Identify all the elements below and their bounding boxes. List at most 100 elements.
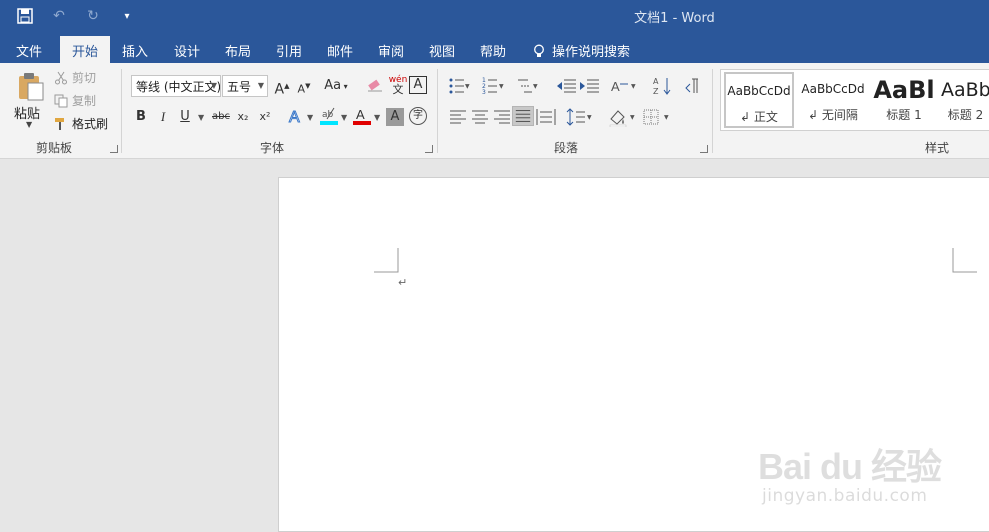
underline-button[interactable]: U: [175, 107, 195, 127]
char-border-label: A: [413, 77, 423, 92]
font-name-combo[interactable]: 等线 (中文正文) ▼: [131, 75, 221, 97]
subscript-button[interactable]: x₂: [233, 107, 253, 127]
style-heading-2[interactable]: AaBb 标题 2: [941, 72, 989, 128]
style-name-text: 无间隔: [821, 108, 858, 122]
distributed-icon[interactable]: [535, 107, 557, 127]
clear-formatting-icon[interactable]: [365, 76, 385, 96]
shrink-font-button[interactable]: A▼: [294, 76, 314, 96]
multilevel-list-icon[interactable]: ▼: [516, 76, 538, 96]
show-marks-icon[interactable]: [684, 76, 706, 96]
highlight-dropdown-icon[interactable]: ▼: [341, 113, 347, 122]
margin-corner-left: [374, 248, 399, 273]
svg-text:▼: ▼: [499, 83, 504, 90]
font-size-combo[interactable]: 五号 ▼: [222, 75, 268, 97]
tab-design[interactable]: 设计: [166, 36, 208, 63]
decrease-indent-icon[interactable]: [556, 76, 578, 96]
superscript-button[interactable]: x²: [255, 107, 275, 127]
svg-text:▼: ▼: [631, 83, 636, 90]
svg-text:Z: Z: [653, 87, 659, 96]
tab-layout[interactable]: 布局: [217, 36, 259, 63]
align-left-icon[interactable]: [448, 107, 470, 127]
borders-icon[interactable]: ▼: [642, 107, 672, 127]
margin-corner-right: [952, 248, 977, 273]
svg-text:A: A: [289, 109, 300, 125]
chinese-layout-icon[interactable]: A ▼: [610, 76, 638, 96]
style-normal[interactable]: AaBbCcDd ↲ 正文: [724, 72, 794, 128]
tell-me-search[interactable]: 操作说明搜索: [532, 36, 642, 63]
numbering-icon[interactable]: 123▼: [482, 76, 504, 96]
clipboard-launcher-icon[interactable]: [110, 145, 118, 153]
format-painter-icon: [54, 117, 68, 131]
change-case-button[interactable]: Aa ▾: [322, 76, 350, 96]
italic-button[interactable]: I: [153, 107, 173, 127]
tab-review[interactable]: 审阅: [370, 36, 412, 63]
group-divider: [712, 69, 713, 153]
style-preview: AaBl: [873, 76, 935, 104]
format-painter-button[interactable]: 格式刷: [54, 115, 108, 132]
copy-button[interactable]: 复制: [54, 92, 96, 109]
font-color-icon[interactable]: A: [352, 105, 372, 127]
character-border-button[interactable]: A: [409, 76, 427, 94]
style-no-spacing[interactable]: AaBbCcDd ↲ 无间隔: [798, 72, 868, 128]
paragraph-mark: ↵: [398, 276, 408, 289]
paragraph-group-label: 段落: [553, 141, 578, 155]
scissors-icon: [54, 71, 68, 85]
tab-view[interactable]: 视图: [421, 36, 463, 63]
increase-indent-icon[interactable]: [579, 76, 601, 96]
font-color-dropdown-icon[interactable]: ▼: [374, 113, 380, 122]
change-case-label: Aa: [324, 78, 342, 93]
tab-insert[interactable]: 插入: [114, 36, 156, 63]
tab-file[interactable]: 文件: [8, 36, 50, 63]
svg-text:▼: ▼: [630, 114, 635, 121]
cut-button[interactable]: 剪切: [54, 69, 96, 86]
enclose-characters-button[interactable]: 字: [409, 107, 427, 125]
style-name: 标题 1: [886, 108, 922, 122]
paste-icon[interactable]: [16, 71, 46, 101]
bold-button[interactable]: B: [131, 107, 151, 127]
style-preview: AaBbCcDd: [727, 84, 791, 98]
paragraph-launcher-icon[interactable]: [700, 145, 708, 153]
tab-references[interactable]: 引用: [268, 36, 310, 63]
ribbon-home: 粘贴 ▼ 剪切 复制 格式刷 剪贴板 等线 (中文正文) ▼ 五号 ▼ A▲ A▼ …: [0, 63, 989, 159]
clipboard-group-label: 剪贴板: [35, 141, 72, 155]
style-name: 标题 2: [947, 108, 984, 122]
line-spacing-icon[interactable]: ▼: [566, 107, 594, 127]
font-size-value: 五号: [227, 80, 252, 94]
copy-label: 复制: [72, 94, 97, 108]
tab-help[interactable]: 帮助: [472, 36, 514, 63]
text-effects-icon[interactable]: A: [286, 107, 306, 127]
bullets-icon[interactable]: ▼: [448, 76, 470, 96]
phonetic-guide-button[interactable]: wén 文: [388, 75, 408, 95]
style-name: ↲ 正文: [740, 110, 778, 124]
tab-mailings[interactable]: 邮件: [319, 36, 361, 63]
ribbon-tabs: 文件 开始 插入 设计 布局 引用 邮件 审阅 视图 帮助 操作说明搜索: [0, 33, 989, 63]
strikethrough-button[interactable]: abc: [208, 107, 234, 127]
group-divider: [437, 69, 438, 153]
character-shading-button[interactable]: A: [386, 108, 404, 126]
svg-text:▼: ▼: [533, 83, 538, 90]
shrink-font-label: A: [297, 82, 306, 96]
chevron-down-icon: ▼: [210, 81, 217, 90]
grow-font-button[interactable]: A▲: [272, 76, 292, 98]
style-name-text: 正文: [753, 110, 778, 124]
align-center-icon[interactable]: [470, 107, 492, 127]
font-launcher-icon[interactable]: [425, 145, 433, 153]
svg-text:▼: ▼: [465, 83, 470, 90]
copy-icon: [54, 94, 68, 108]
shading-icon[interactable]: ▼: [608, 107, 638, 127]
svg-text:3: 3: [482, 89, 486, 96]
group-divider: [121, 69, 122, 153]
tab-home[interactable]: 开始: [60, 36, 110, 63]
svg-text:A: A: [611, 79, 620, 94]
style-heading-1[interactable]: AaBl 标题 1: [872, 72, 936, 128]
highlight-color-icon[interactable]: ab: [319, 105, 339, 127]
paste-dropdown-icon[interactable]: ▼: [26, 120, 32, 129]
align-right-icon[interactable]: [492, 107, 514, 127]
sort-icon[interactable]: AZ: [652, 76, 674, 96]
window-title: 文档1 - Word: [634, 11, 715, 26]
text-effects-dropdown-icon[interactable]: ▼: [307, 113, 313, 122]
justify-icon[interactable]: [512, 106, 534, 126]
cut-label: 剪切: [72, 71, 97, 85]
underline-dropdown-icon[interactable]: ▼: [198, 113, 204, 122]
style-name: ↲ 无间隔: [808, 108, 858, 122]
